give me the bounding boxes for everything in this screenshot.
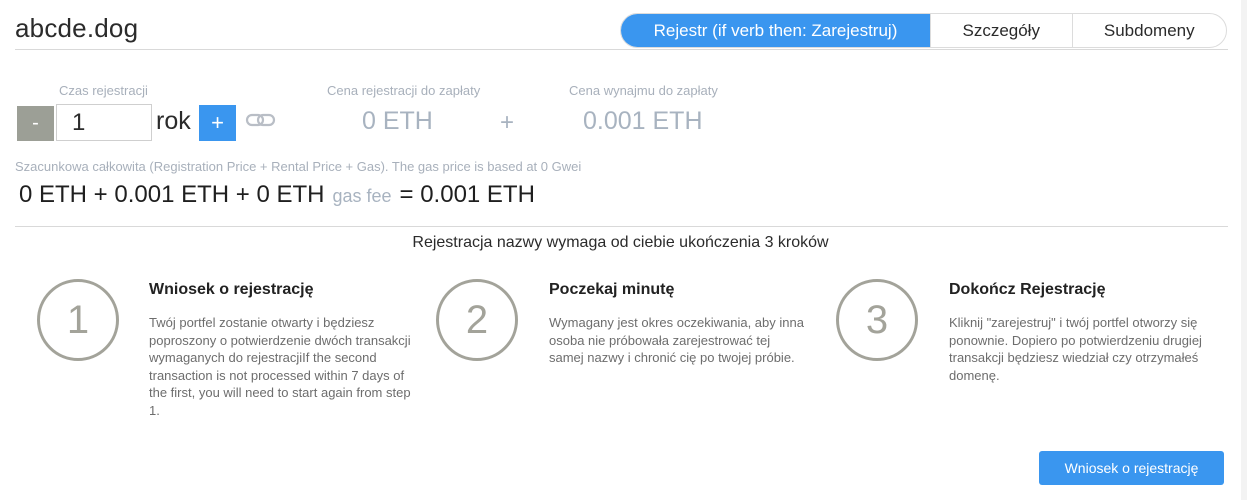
header-divider — [15, 49, 1228, 50]
step-1-title: Wniosek o rejestrację — [149, 281, 314, 298]
rental-price-label: Cena wynajmu do zapłaty — [569, 83, 718, 98]
tab-subdomains[interactable]: Subdomeny — [1071, 14, 1226, 47]
registration-price-label: Cena rejestracji do zapłaty — [327, 83, 481, 98]
rental-price-value: 0.001 ETH — [583, 107, 703, 135]
domain-title: abcde.dog — [15, 13, 139, 43]
years-unit-label: rok — [156, 107, 191, 135]
step-3-number: 3 — [836, 279, 918, 361]
gas-fee-label: gas fee — [332, 186, 392, 206]
total-parts: 0 ETH + 0.001 ETH + 0 ETH — [19, 181, 325, 208]
tab-details[interactable]: Szczegóły — [929, 14, 1072, 47]
total-estimate: 0 ETH + 0.001 ETH + 0 ETH gas fee = 0.00… — [19, 181, 535, 209]
increase-years-button[interactable]: + — [199, 105, 236, 141]
step-1-number: 1 — [37, 279, 119, 361]
tab-bar: Rejestr (if verb then: Zarejestruj) Szcz… — [620, 13, 1227, 48]
section-divider — [15, 226, 1228, 227]
decrease-years-button[interactable]: - — [17, 106, 54, 141]
registration-price-value: 0 ETH — [362, 107, 433, 135]
registration-time-label: Czas rejestracji — [59, 83, 148, 98]
years-input[interactable] — [56, 104, 152, 141]
estimate-label: Szacunkowa całkowita (Registration Price… — [15, 159, 582, 174]
step-2-number: 2 — [436, 279, 518, 361]
plus-sign: + — [500, 109, 515, 136]
request-registration-button[interactable]: Wniosek o rejestrację — [1039, 451, 1224, 485]
link-icon[interactable] — [245, 110, 277, 130]
scrollbar[interactable] — [1241, 0, 1247, 500]
step-1-description: Twój portfel zostanie otwarty i będziesz… — [149, 315, 411, 418]
tab-register[interactable]: Rejestr (if verb then: Zarejestruj) — [621, 14, 930, 47]
step-2-description: Wymagany jest okres oczekiwania, aby inn… — [549, 315, 804, 365]
steps-title: Rejestracja nazwy wymaga od ciebie ukońc… — [412, 234, 829, 251]
step-3-title: Dokończ Rejestrację — [949, 281, 1106, 298]
total-result: = 0.001 ETH — [399, 181, 535, 208]
step-2-title: Poczekaj minutę — [549, 281, 675, 298]
step-3-description: Kliknij "zarejestruj" i twój portfel otw… — [949, 315, 1202, 383]
